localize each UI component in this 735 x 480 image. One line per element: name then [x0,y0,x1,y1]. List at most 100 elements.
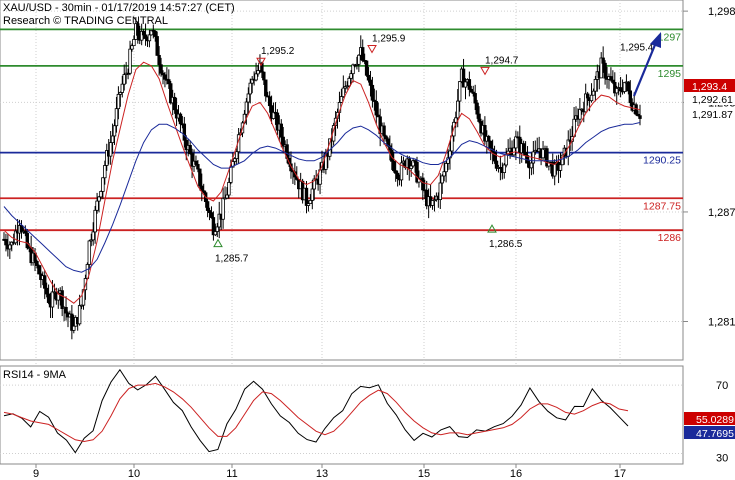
candle [167,79,171,85]
candle [421,177,425,191]
candle [221,197,225,220]
level-label: 1295 [658,68,682,80]
candle [626,81,631,92]
candle [143,34,148,39]
candle [194,160,198,165]
candle [50,291,55,308]
candle [440,175,444,184]
candle [262,71,266,81]
candle [254,73,258,81]
time-axis-label: 16 [510,468,522,480]
candle [463,81,468,88]
candle [552,163,557,177]
candle [4,239,8,246]
candle [112,125,117,137]
candle [473,93,477,104]
candle [244,101,249,115]
rsi-axis-label: 30 [716,452,728,464]
candle [593,78,598,92]
rsi-tag-label: 55.0289 [696,414,734,426]
candle [502,164,506,173]
candle [601,57,605,64]
chart-canvas: 1297 1295 1290.25 1287.75 1286 1,295.2 1,295.… [0,0,735,480]
candle [618,87,623,92]
candle [93,209,97,233]
candle [72,325,76,331]
candle [95,200,99,211]
candle [514,136,518,149]
rsi-title: RSI14 - 9MA [3,369,67,381]
swing-high-label: 1,295.4 [620,43,654,54]
candle [469,89,474,93]
price-tag-label: 1,293.4 [692,81,727,93]
candle [609,76,613,81]
candle [229,166,233,183]
candle [310,188,315,201]
candle [227,182,231,196]
level-label: 1290.25 [643,155,681,167]
candle [114,108,119,127]
candle [196,164,200,170]
candle [457,81,462,102]
rsi-tag-label: 47.7695 [696,428,734,440]
candle [444,162,448,173]
time-axis: 9 10 11 13 15 16 17 [33,464,626,480]
candle [77,305,82,325]
candle [103,165,107,179]
candle [628,90,633,104]
candle [43,275,47,289]
candle [384,135,388,140]
candle [159,64,163,74]
candle [304,187,309,206]
candle [591,90,596,96]
candle [349,73,353,79]
candle [512,147,516,156]
price-tag-label: 1,292.61 [692,94,733,106]
candle [87,240,92,265]
candle [456,100,460,119]
candle [395,172,400,179]
candle [382,125,386,137]
candle [205,201,210,211]
candle [128,48,132,74]
candle [339,96,344,103]
candle [198,168,202,187]
candle [35,260,39,266]
time-axis-label: 11 [226,468,237,480]
candle [488,140,493,150]
candle [361,47,365,61]
candle [638,115,642,119]
price-axis-label: 1,298 [708,6,735,18]
level-label: 1287.75 [643,200,681,212]
chart-title: XAU/USD - 30min - 01/17/2019 14:57:27 (C… [3,2,235,14]
candle [364,60,369,76]
candle [357,54,361,65]
candle [374,101,378,116]
candle [477,113,481,122]
candle [108,142,113,157]
candle [430,200,435,206]
rsi-tags: 55.0289 47.7695 [684,412,735,440]
swing-low-label: 1,286.5 [489,239,523,250]
candle [141,30,146,36]
candle [603,62,607,79]
candle [120,83,124,93]
candle [256,70,260,75]
candle [521,143,526,153]
candle [438,182,442,201]
candle [46,293,51,303]
candle [504,154,508,166]
candle [110,135,115,143]
price-tag-label: 1,291.87 [692,109,733,121]
candle [99,191,103,198]
swing-low-label: 1,285.7 [215,254,249,265]
candle [147,34,152,42]
candle [116,93,121,110]
candle [44,287,49,295]
candle [157,54,161,66]
candle [8,244,12,250]
swing-high-label: 1,294.7 [485,55,519,66]
candle [467,79,472,90]
candle [279,123,283,138]
candle [308,199,313,205]
